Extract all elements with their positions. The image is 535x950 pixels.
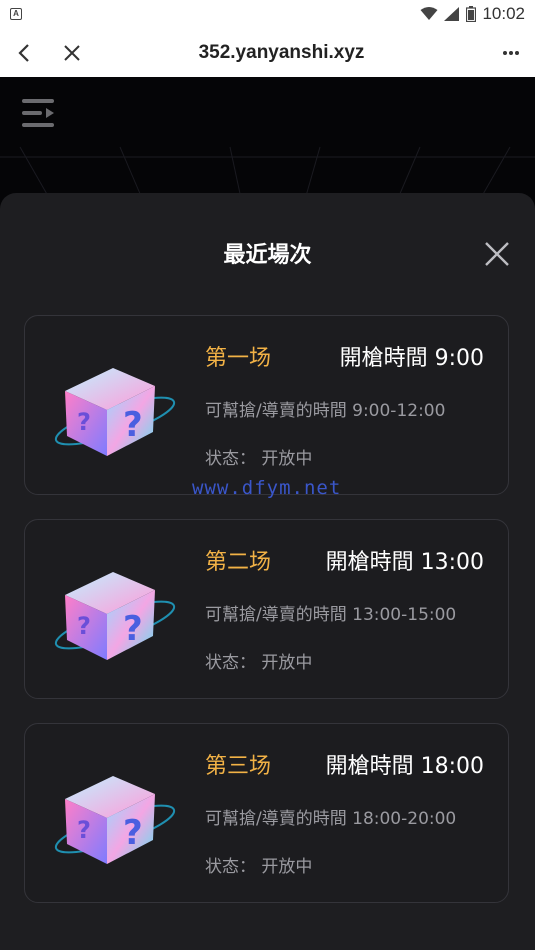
status-bar: A 10:02	[0, 0, 535, 28]
sheet-title: 最近場次	[223, 243, 312, 268]
clock: 10:02	[482, 4, 525, 23]
close-tab-button[interactable]	[48, 28, 96, 77]
close-icon[interactable]	[482, 239, 512, 269]
session-card[interactable]: ? ? 第三场 開槍時間 18:00 可幫搶/導賣的時間 18:00-20:00…	[24, 723, 509, 903]
session-name: 第一场	[205, 346, 272, 371]
menu-icon[interactable]	[22, 97, 56, 129]
signal-icon	[444, 7, 460, 21]
session-window: 可幫搶/導賣的時間 13:00-15:00	[205, 605, 457, 625]
session-name: 第三场	[205, 754, 272, 779]
session-window: 可幫搶/導賣的時間 18:00-20:00	[205, 809, 457, 829]
page-url-title: 352.yanyanshi.xyz	[198, 41, 365, 63]
session-card[interactable]: ? ? 第二场 開槍時間 13:00 可幫搶/導賣的時間 13:00-15:00…	[24, 519, 509, 699]
close-icon	[64, 44, 80, 61]
svg-text:?: ?	[77, 612, 91, 640]
svg-text:?: ?	[123, 405, 143, 445]
session-status: 状态： 开放中	[205, 857, 313, 877]
mystery-box-icon: ? ?	[54, 368, 176, 456]
wifi-icon	[420, 7, 438, 20]
watermark: www.dfym.net	[192, 477, 342, 499]
mystery-box-icon: ? ?	[54, 776, 176, 864]
session-name: 第二场	[205, 550, 272, 575]
svg-text:?: ?	[123, 813, 143, 853]
mystery-box-icon: ? ?	[54, 572, 176, 660]
session-status: 状态： 开放中	[205, 653, 313, 673]
back-arrow-icon	[18, 43, 29, 62]
battery-icon	[466, 6, 477, 22]
session-start-time: 開槍時間 9:00	[339, 346, 484, 371]
session-start-time: 開槍時間 13:00	[325, 550, 484, 575]
svg-text:?: ?	[77, 816, 91, 844]
session-card[interactable]: ? ? 第一场 開槍時間 9:00 可幫搶/導賣的時間 9:00-12:00 状…	[24, 315, 509, 495]
session-start-time: 開槍時間 18:00	[325, 754, 484, 779]
svg-text:?: ?	[123, 609, 143, 649]
svg-text:?: ?	[77, 408, 91, 436]
browser-toolbar: 352.yanyanshi.xyz	[0, 28, 535, 77]
sessions-sheet: 最近場次 ? ? 第一场 開槍時間 9:00 可幫搶/導賣的時間 9:00-12…	[0, 193, 535, 950]
back-button[interactable]	[0, 28, 48, 77]
more-button[interactable]	[487, 28, 535, 77]
session-status: 状态： 开放中	[205, 449, 313, 469]
session-window: 可幫搶/導賣的時間 9:00-12:00	[205, 401, 446, 421]
app-notification-icon: A	[10, 8, 22, 20]
more-icon	[503, 50, 519, 55]
